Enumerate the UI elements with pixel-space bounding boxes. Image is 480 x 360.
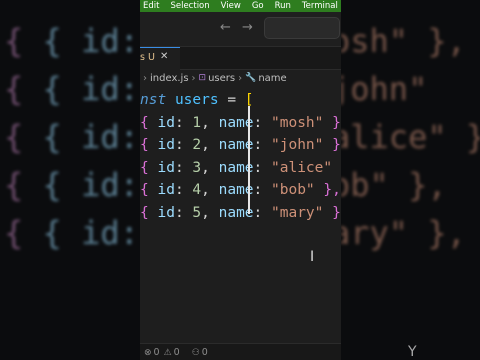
multi-cursor-caret — [248, 106, 250, 214]
chevron-right-icon: › — [238, 72, 243, 84]
bg-left-line: { { id: 2 — [4, 70, 139, 108]
menu-view[interactable]: View — [218, 0, 249, 12]
menu-selection[interactable]: Selection — [167, 0, 217, 12]
bg-right-line: ary" }, — [341, 214, 466, 252]
menu-go[interactable]: Go — [249, 0, 272, 12]
chevron-right-icon: › — [191, 72, 196, 84]
ibeam-cursor-icon: I — [310, 249, 315, 265]
bg-right-line: ob" }, — [341, 166, 447, 204]
bg-left-line: { { id: 5 — [4, 214, 139, 252]
code-line: { id: 2, name: "john" }, — [140, 137, 341, 153]
bg-left-line: { { id: 3 — [4, 118, 139, 156]
command-center-search[interactable] — [264, 17, 340, 39]
breadcrumb-symbol-users[interactable]: users — [208, 73, 235, 84]
bg-right-line: alice" }, — [341, 118, 480, 156]
bg-right-line: osh" }, — [341, 22, 466, 60]
code-line: { id: 3, name: "alice" }, — [140, 159, 341, 176]
close-icon[interactable]: ✕ — [160, 51, 168, 62]
editor-window: Edit Selection View Go Run Terminal ← → … — [140, 0, 341, 360]
back-arrow-icon[interactable]: ← — [220, 20, 231, 35]
background-code-right: osh" }, john" alice" }, ob" }, ary" }, — [341, 0, 480, 360]
code-line: { id: 5, name: "mary" }, — [140, 204, 341, 221]
tab-label: s U — [140, 52, 155, 63]
error-icon[interactable]: ⊗ — [144, 348, 152, 358]
code-line: nst users = [ — [140, 92, 254, 108]
menu-edit[interactable]: Edit — [140, 0, 167, 12]
title-bar: ← → — [140, 12, 341, 47]
background-code-left: { { id: 1 { { id: 2 { { id: 3 { { id: 4 … — [0, 0, 140, 360]
bg-left-line: { { id: 4 — [4, 166, 139, 204]
bg-left-line: { { id: 1 — [4, 22, 139, 60]
breadcrumb-file[interactable]: index.js — [150, 73, 189, 84]
menu-run[interactable]: Run — [272, 0, 299, 12]
property-symbol-icon: 🔧 — [245, 73, 257, 83]
code-editor[interactable]: nst users = [ { id: 1, name: "mosh" }, {… — [140, 89, 341, 224]
channel-logo-icon: Y — [408, 344, 417, 360]
menu-bar: Edit Selection View Go Run Terminal — [140, 0, 341, 12]
breadcrumb: › index.js › ⊡ users › 🔧 name — [140, 70, 341, 86]
forward-arrow-icon[interactable]: → — [242, 20, 253, 35]
code-line: { id: 4, name: "bob" }, — [140, 182, 341, 198]
menu-terminal[interactable]: Terminal — [299, 0, 341, 12]
ports-icon[interactable]: ⚇ — [192, 348, 200, 358]
variable-symbol-icon: ⊡ — [198, 73, 207, 83]
breadcrumb-symbol-name[interactable]: name — [258, 73, 286, 84]
chevron-right-icon: › — [143, 72, 147, 84]
bg-right-line: john" — [341, 70, 428, 108]
tab-index-js[interactable]: s U ✕ — [140, 47, 180, 70]
error-count[interactable]: 0 — [154, 347, 160, 358]
tab-bar: s U ✕ — [140, 47, 341, 70]
status-bar: ⊗ 0 ⚠ 0 ⚇ 0 — [140, 343, 341, 360]
warning-count[interactable]: 0 — [174, 347, 180, 358]
warning-icon[interactable]: ⚠ — [164, 348, 172, 358]
code-line: { id: 1, name: "mosh" }, — [140, 114, 341, 131]
ports-count[interactable]: 0 — [202, 347, 208, 358]
